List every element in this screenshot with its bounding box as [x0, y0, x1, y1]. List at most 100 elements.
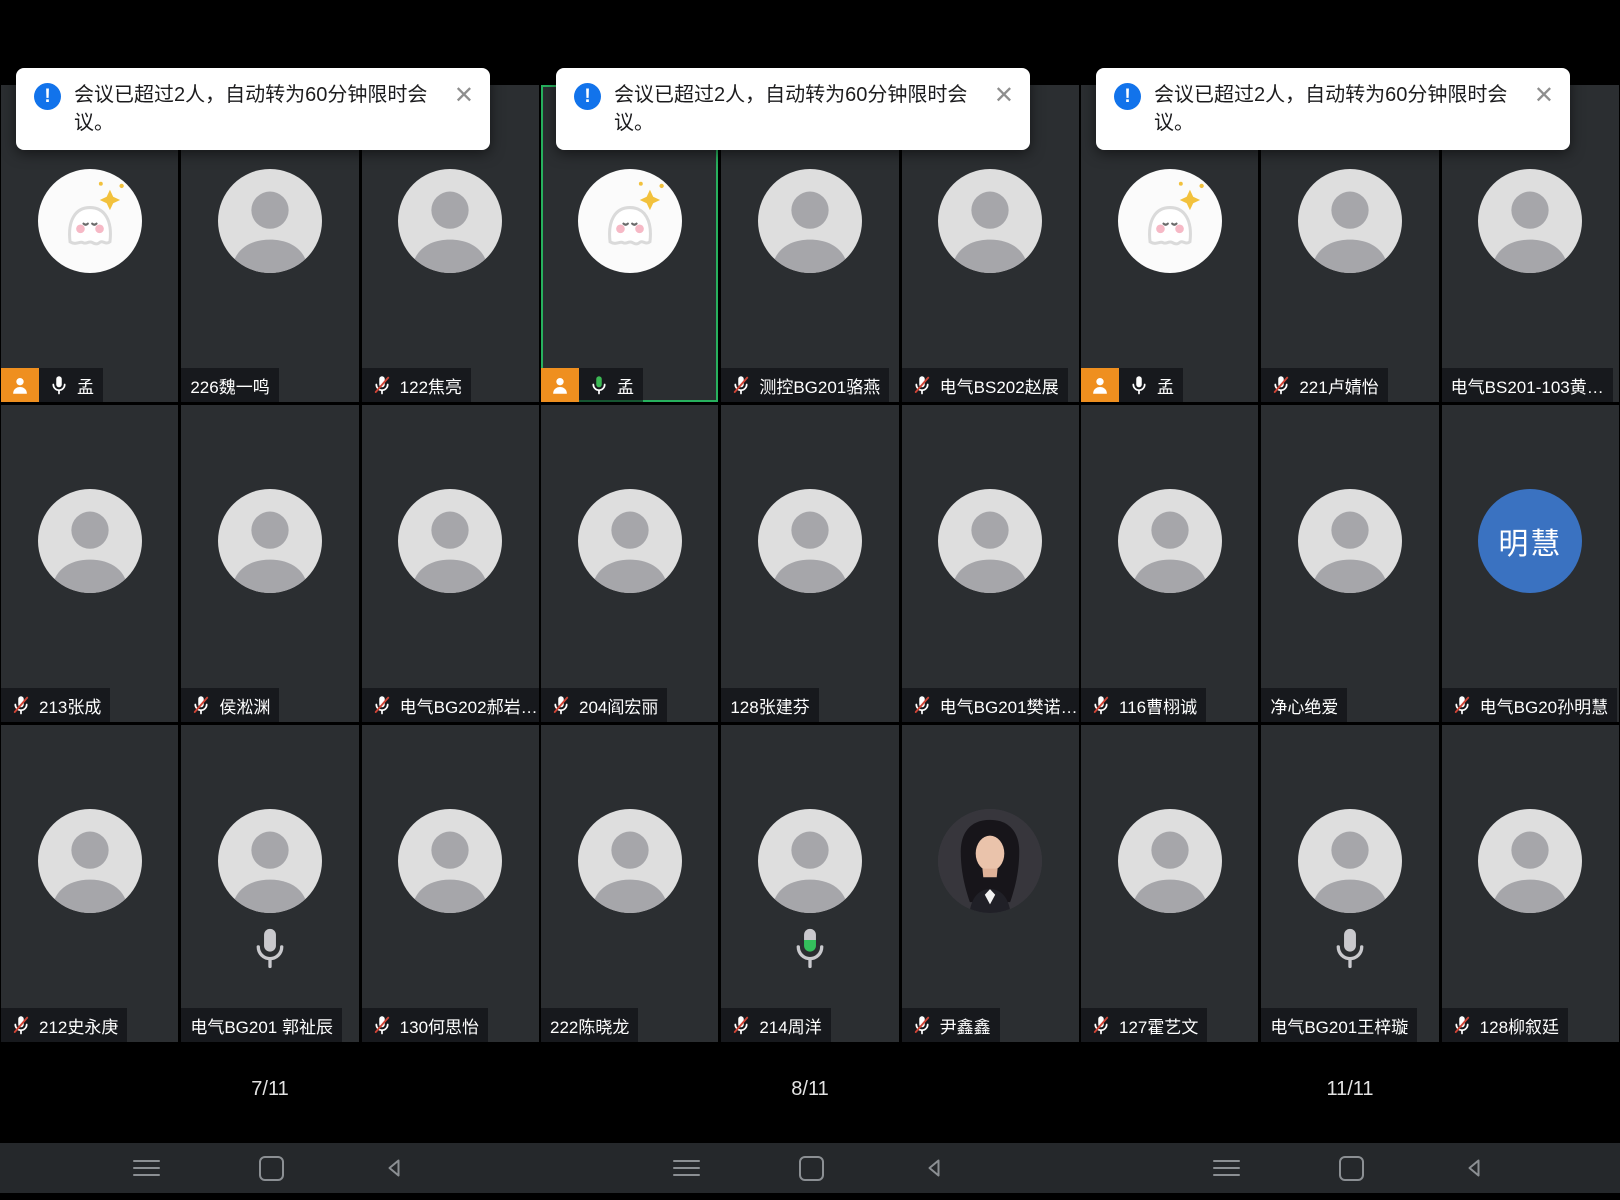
meeting-limit-banner: ! 会议已超过2人，自动转为60分钟限时会议。 ✕	[16, 68, 490, 150]
home-icon[interactable]	[1339, 1156, 1364, 1181]
participant-tile[interactable]: 212史永庚	[1, 725, 178, 1042]
name-label: 孟	[1081, 368, 1183, 402]
participant-tile[interactable]: 128柳叙廷	[1442, 725, 1619, 1042]
participant-tile[interactable]: 电气BG201 郭祉辰	[181, 725, 358, 1042]
host-badge-icon	[1081, 368, 1119, 402]
mic-level-icon	[1329, 925, 1371, 978]
back-icon[interactable]	[923, 1156, 947, 1180]
info-icon: !	[1114, 83, 1141, 110]
default-avatar	[218, 169, 322, 273]
participant-tile[interactable]: 204阎宏丽	[541, 405, 718, 722]
name-label: 尹鑫鑫	[902, 1008, 1000, 1042]
name-label: 213张成	[1, 688, 110, 722]
mic-muted-icon	[371, 1014, 393, 1036]
default-avatar	[1478, 809, 1582, 913]
close-icon[interactable]: ✕	[994, 84, 1014, 108]
default-avatar	[1298, 809, 1402, 913]
name-label: 测控BG201骆燕	[721, 368, 889, 402]
participant-tile[interactable]: 116曹栩诚	[1081, 405, 1258, 722]
name-label: 孟	[541, 368, 643, 402]
participant-tile[interactable]: 侯淞渊	[181, 405, 358, 722]
phone-screen: ! 会议已超过2人，自动转为60分钟限时会议。 ✕ 孟 221卢婧怡电气BS20…	[1080, 0, 1620, 1200]
photo-avatar	[938, 809, 1042, 913]
default-avatar	[1118, 489, 1222, 593]
participant-name: 128张建芬	[730, 693, 809, 718]
host-badge-icon	[541, 368, 579, 402]
mic-muted-icon	[550, 694, 572, 716]
name-label: 电气BS202赵展	[902, 368, 1068, 402]
participant-name: 122焦亮	[400, 373, 462, 398]
name-label: 212史永庚	[1, 1008, 127, 1042]
name-label: 204阎宏丽	[541, 688, 667, 722]
mic-muted-icon	[730, 1014, 752, 1036]
mic-muted-icon	[1090, 694, 1112, 716]
default-avatar	[1298, 489, 1402, 593]
participant-tile[interactable]: 电气BG201王梓璇	[1261, 725, 1438, 1042]
default-avatar	[758, 809, 862, 913]
name-label: 127霍艺文	[1081, 1008, 1207, 1042]
name-label: 侯淞渊	[181, 688, 279, 722]
participant-name: 212史永庚	[39, 1013, 118, 1038]
close-icon[interactable]: ✕	[1534, 84, 1554, 108]
name-label: 214周洋	[721, 1008, 830, 1042]
back-icon[interactable]	[1463, 1156, 1487, 1180]
participant-tile[interactable]: 127霍艺文	[1081, 725, 1258, 1042]
default-avatar	[1118, 809, 1222, 913]
mic-level-icon	[789, 925, 831, 978]
participant-tile[interactable]: 222陈晓龙	[541, 725, 718, 1042]
name-label: 226魏一鸣	[181, 368, 278, 402]
name-label: 电气BS201-103黄…	[1442, 368, 1613, 402]
participant-tile[interactable]: 213张成	[1, 405, 178, 722]
info-icon: !	[574, 83, 601, 110]
info-icon: !	[34, 83, 61, 110]
participant-name: 226魏一鸣	[190, 373, 269, 398]
mic-live-icon	[588, 374, 610, 396]
participant-name: 214周洋	[759, 1013, 821, 1038]
mic-muted-icon	[911, 1014, 933, 1036]
participant-name: 电气BS201-103黄…	[1451, 373, 1604, 398]
menu-icon[interactable]	[673, 1160, 700, 1176]
ghost-avatar	[578, 169, 682, 273]
participant-name: 电气BG20孙明慧	[1480, 693, 1608, 718]
participant-grid: 孟 测控BG201骆燕 电气BS202赵展 204阎宏丽 128张建芬 电气BG2…	[541, 85, 1079, 1042]
mic-on-icon	[48, 374, 70, 396]
participant-name: 电气BS202赵展	[940, 373, 1059, 398]
participant-name: 孟	[77, 373, 94, 398]
participant-name: 尹鑫鑫	[940, 1013, 991, 1038]
default-avatar	[578, 809, 682, 913]
default-avatar	[218, 489, 322, 593]
meeting-limit-banner: ! 会议已超过2人，自动转为60分钟限时会议。 ✕	[556, 68, 1030, 150]
mic-muted-icon	[10, 694, 32, 716]
meeting-limit-banner: ! 会议已超过2人，自动转为60分钟限时会议。 ✕	[1096, 68, 1570, 150]
back-icon[interactable]	[383, 1156, 407, 1180]
participant-tile[interactable]: 电气BG201樊诺…	[902, 405, 1079, 722]
name-label: 电气BG201 郭祉辰	[181, 1008, 342, 1042]
participant-name: 213张成	[39, 693, 101, 718]
participant-tile[interactable]: 130何思怡	[362, 725, 539, 1042]
participant-tile[interactable]: 214周洋	[721, 725, 898, 1042]
close-icon[interactable]: ✕	[454, 84, 474, 108]
home-icon[interactable]	[799, 1156, 824, 1181]
default-avatar	[38, 489, 142, 593]
ghost-avatar	[38, 169, 142, 273]
home-icon[interactable]	[259, 1156, 284, 1181]
host-badge-icon	[1, 368, 39, 402]
participant-name: 孟	[617, 373, 634, 398]
android-navbar	[540, 1143, 1080, 1193]
name-label: 116曹栩诚	[1081, 688, 1206, 722]
mic-muted-icon	[371, 374, 393, 396]
mic-muted-icon	[10, 1014, 32, 1036]
participant-tile[interactable]: 128张建芬	[721, 405, 898, 722]
participant-name: 孟	[1157, 373, 1174, 398]
default-avatar	[218, 809, 322, 913]
name-label: 电气BG201王梓璇	[1261, 1008, 1417, 1042]
menu-icon[interactable]	[1213, 1160, 1240, 1176]
participant-tile[interactable]: 电气BG202郝岩…	[362, 405, 539, 722]
mic-muted-icon	[911, 374, 933, 396]
participant-tile[interactable]: 尹鑫鑫	[902, 725, 1079, 1042]
menu-icon[interactable]	[133, 1160, 160, 1176]
participant-tile[interactable]: 明慧 电气BG20孙明慧	[1442, 405, 1619, 722]
participant-tile[interactable]: 净心绝爱	[1261, 405, 1438, 722]
mic-muted-icon	[190, 694, 212, 716]
name-label: 净心绝爱	[1261, 688, 1347, 722]
